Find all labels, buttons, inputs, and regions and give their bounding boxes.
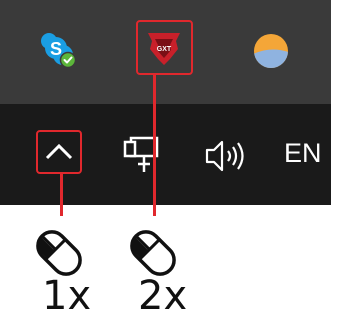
language-indicator[interactable]: EN [284,138,322,169]
callout-line-1 [60,174,63,216]
volume-icon[interactable] [204,138,252,174]
skype-icon[interactable]: S [38,30,78,70]
tray-overflow-panel: S GXT [0,0,331,104]
gaming-icon-highlight [136,20,193,75]
network-icon[interactable] [121,134,165,178]
skype-glyph: S [50,39,62,59]
click-count-label: 1x [42,273,92,319]
click-count-label: 2x [138,273,188,319]
callout-line-2 [153,75,156,216]
right-margin [331,0,342,205]
weather-icon[interactable] [251,31,291,71]
taskbar [0,104,331,205]
chevron-highlight [36,130,82,174]
